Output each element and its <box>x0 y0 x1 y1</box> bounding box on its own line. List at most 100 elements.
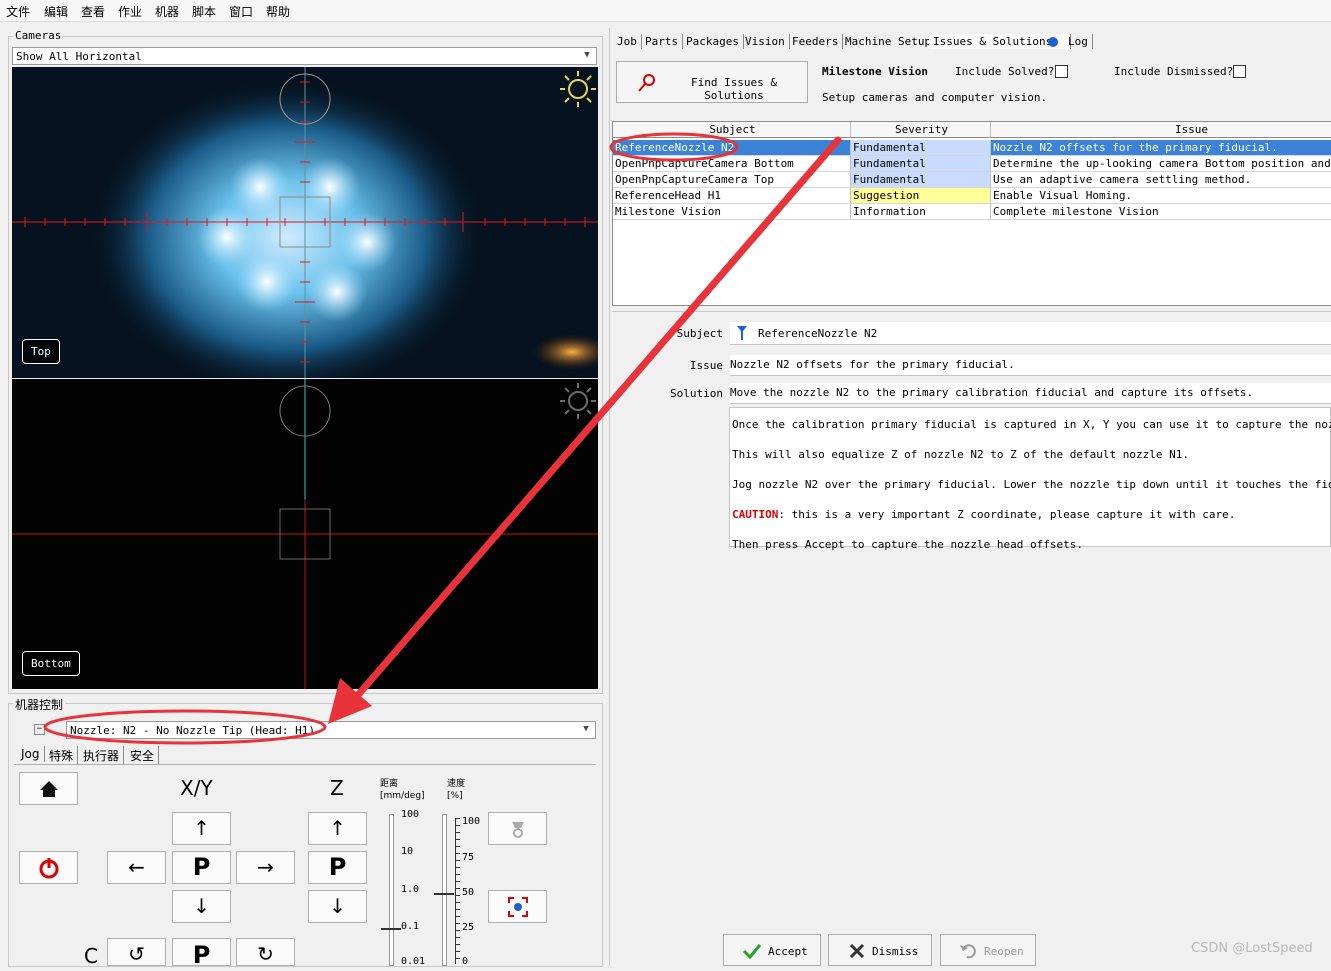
include-dismissed-checkbox[interactable] <box>1233 65 1246 78</box>
arrow-up-icon: ↑ <box>193 816 210 840</box>
menu-job[interactable]: 作业 <box>118 3 142 20</box>
speed-unit: [%] <box>447 791 463 801</box>
tab-special[interactable]: 特殊 <box>45 746 79 765</box>
tab-packages[interactable]: Packages <box>682 34 744 49</box>
camera-layout-select[interactable]: Show All Horizontal ▼ <box>12 47 597 65</box>
tab-job[interactable]: Job <box>613 34 642 49</box>
tab-parts[interactable]: Parts <box>641 34 684 49</box>
chevron-down-icon[interactable]: ▼ <box>580 50 594 62</box>
speed-slider-thumb[interactable] <box>434 893 454 901</box>
include-solved-checkbox[interactable] <box>1055 65 1068 78</box>
instructions-box: Once the calibration primary fiducial is… <box>729 407 1331 551</box>
distance-slider-track[interactable] <box>389 814 394 966</box>
distance-tick: 0.01 <box>401 956 426 967</box>
cell-subject: ReferenceNozzle N2 <box>613 140 851 156</box>
close-icon <box>849 943 865 959</box>
issue-label: Issue <box>689 359 723 372</box>
tab-machine-setup[interactable]: Machine Setup <box>841 34 937 49</box>
watermark: CSDN @LostSpeed <box>1191 941 1313 956</box>
tab-log[interactable]: Log <box>1064 34 1093 49</box>
rotate-ccw-button[interactable]: ↺ <box>107 938 166 966</box>
menu-edit[interactable]: 编辑 <box>44 3 68 20</box>
undo-icon <box>960 944 976 959</box>
park-z-button[interactable]: P <box>308 851 367 884</box>
camera-label-bottom: Bottom <box>22 651 80 676</box>
xy-label: X/Y <box>180 776 213 800</box>
camera-view-top[interactable]: Top <box>12 67 598 378</box>
cell-issue: Determine the up-looking camera Bottom p… <box>991 156 1331 172</box>
status-dot-icon <box>1048 37 1058 47</box>
dismiss-label: Dismiss <box>872 945 919 958</box>
jog-z-minus-button[interactable]: ↓ <box>308 890 367 923</box>
speed-tick: 75 <box>462 852 475 863</box>
menu-bar: 文件 编辑 查看 作业 机器 脚本 窗口 帮助 <box>0 0 1331 22</box>
main-tabs: Job Parts Packages Vision Feeders Machin… <box>613 34 1113 52</box>
include-dismissed-label: Include Dismissed? <box>1114 65 1234 78</box>
speed-slider-track[interactable] <box>442 814 447 966</box>
jog-y-minus-button[interactable]: ↓ <box>172 890 231 923</box>
distance-tick: 100 <box>401 809 420 820</box>
menu-help[interactable]: 帮助 <box>266 3 290 20</box>
reopen-button[interactable]: Reopen <box>940 934 1036 966</box>
menu-file[interactable]: 文件 <box>6 3 30 20</box>
menu-view[interactable]: 查看 <box>81 3 105 20</box>
cell-subject: Milestone Vision <box>613 204 851 220</box>
menu-script[interactable]: 脚本 <box>192 3 216 20</box>
find-issues-button[interactable]: Find Issues & Solutions <box>616 61 808 103</box>
collapse-icon[interactable]: − <box>34 724 45 735</box>
cell-issue: Complete milestone Vision <box>991 204 1331 220</box>
table-header: Subject Severity Issue <box>613 122 1331 138</box>
solution-label: Solution <box>670 387 723 400</box>
tab-vision[interactable]: Vision <box>741 34 790 49</box>
cell-severity: Fundamental <box>851 172 991 188</box>
jog-x-minus-button[interactable]: ← <box>107 851 166 884</box>
menu-machine[interactable]: 机器 <box>155 3 179 20</box>
instruction-line: Once the calibration primary fiducial is… <box>732 418 1331 431</box>
cell-issue: Enable Visual Homing. <box>991 188 1331 204</box>
cell-subject: OpenPnpCaptureCamera Bottom <box>613 156 851 172</box>
instruction-line: Jog nozzle N2 over the primary fiducial.… <box>732 478 1331 491</box>
chevron-down-icon[interactable]: ▼ <box>579 724 593 736</box>
jog-y-plus-button[interactable]: ↑ <box>172 812 231 845</box>
power-button[interactable] <box>19 851 78 884</box>
speed-tick: 100 <box>462 816 481 827</box>
table-row[interactable]: ReferenceHead H1 Suggestion Enable Visua… <box>613 188 1331 204</box>
park-xy-button[interactable]: P <box>172 851 231 884</box>
table-row[interactable]: Milestone Vision Information Complete mi… <box>613 204 1331 220</box>
accept-button[interactable]: Accept <box>723 934 821 966</box>
jog-panel <box>14 764 596 965</box>
tab-feeders[interactable]: Feeders <box>788 34 844 49</box>
top-camera-image <box>12 67 598 378</box>
column-subject[interactable]: Subject <box>613 122 851 138</box>
table-row[interactable]: OpenPnpCaptureCamera Top Fundamental Use… <box>613 172 1331 188</box>
milestone-title: Milestone Vision <box>822 65 928 78</box>
search-icon <box>638 74 655 92</box>
table-row[interactable]: OpenPnpCaptureCamera Bottom Fundamental … <box>613 156 1331 172</box>
column-issue[interactable]: Issue <box>991 122 1331 138</box>
nozzle-select[interactable]: Nozzle: N2 - No Nozzle Tip (Head: H1) ▼ <box>66 721 596 739</box>
column-severity[interactable]: Severity <box>851 122 991 138</box>
distance-slider-thumb[interactable] <box>381 928 401 936</box>
rotate-cw-button[interactable]: ↻ <box>236 938 295 966</box>
jog-z-plus-button[interactable]: ↑ <box>308 812 367 845</box>
menu-window[interactable]: 窗口 <box>229 3 253 20</box>
table-row-selected[interactable]: ReferenceNozzle N2 Fundamental Nozzle N2… <box>613 140 1331 156</box>
instruction-line: Then press Accept to capture the nozzle … <box>732 538 1083 551</box>
reopen-label: Reopen <box>984 945 1024 958</box>
jog-x-plus-button[interactable]: → <box>236 851 295 884</box>
tab-actuators[interactable]: 执行器 <box>79 746 125 765</box>
subject-field: ReferenceNozzle N2 <box>730 322 1331 345</box>
arrow-down-icon: ↓ <box>329 894 346 918</box>
issue-field: Nozzle N2 offsets for the primary fiduci… <box>730 355 1331 376</box>
speed-tick: 25 <box>462 922 475 933</box>
tab-safety[interactable]: 安全 <box>126 746 160 765</box>
nozzle-tip-button[interactable] <box>488 812 547 845</box>
camera-view-bottom[interactable]: Bottom <box>12 379 598 689</box>
speed-label: 速度 <box>447 779 466 789</box>
camera-position-button[interactable] <box>488 890 547 923</box>
tab-jog[interactable]: Jog <box>17 746 45 762</box>
arrow-up-icon: ↑ <box>329 816 346 840</box>
dismiss-button[interactable]: Dismiss <box>828 934 932 966</box>
park-c-button[interactable]: P <box>172 938 231 969</box>
home-button[interactable] <box>19 772 78 805</box>
